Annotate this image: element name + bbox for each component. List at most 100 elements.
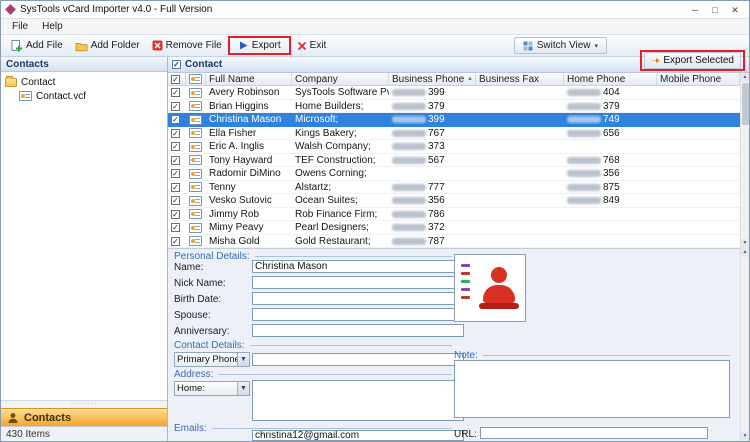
add-folder-button[interactable]: Add Folder xyxy=(69,38,146,54)
redacted-number-mask xyxy=(392,224,426,231)
name-field[interactable] xyxy=(252,260,464,273)
url-field[interactable] xyxy=(480,427,708,439)
row-checkbox[interactable]: ✓ xyxy=(171,236,180,246)
row-checkbox[interactable]: ✓ xyxy=(171,115,180,124)
cell-mobile-phone xyxy=(657,113,740,126)
contacts-nav-tab[interactable]: Contacts xyxy=(1,408,167,426)
cell-mobile-phone xyxy=(657,86,740,99)
cell-full-name: Eric A. Inglis xyxy=(209,141,265,152)
tree-item-contact-vcf[interactable]: Contact.vcf xyxy=(5,89,167,103)
redacted-number-mask xyxy=(392,156,426,164)
col-company[interactable]: Company xyxy=(292,73,389,85)
redacted-number-mask xyxy=(392,183,426,191)
table-row[interactable]: ✓ Avery Robinson SysTools Software Pvt. … xyxy=(168,86,740,100)
row-checkbox[interactable]: ✓ xyxy=(171,209,180,219)
scroll-up-icon[interactable]: ▲ xyxy=(740,73,749,82)
col-mobile-phone[interactable]: Mobile Phone xyxy=(657,73,740,85)
table-row[interactable]: ✓ Jimmy Rob Rob Finance Firm; 786 xyxy=(168,208,740,221)
cell-company: Home Builders; xyxy=(295,100,364,112)
contact-card-icon xyxy=(189,222,202,233)
cell-home-phone xyxy=(564,221,657,234)
menu-file[interactable]: File xyxy=(5,20,35,33)
maximize-button[interactable]: □ xyxy=(705,3,725,17)
row-checkbox[interactable]: ✓ xyxy=(171,142,180,151)
redacted-number-mask xyxy=(567,129,601,137)
nick-name-field[interactable] xyxy=(252,276,464,289)
remove-file-button[interactable]: Remove File xyxy=(146,38,228,53)
address-type-dropdown[interactable]: Home: ▼ xyxy=(174,381,250,396)
contact-card-icon xyxy=(189,74,202,84)
cell-home-phone: 656 xyxy=(564,127,657,140)
email-field[interactable] xyxy=(252,430,464,441)
cell-full-name: Jimmy Rob xyxy=(209,208,260,220)
url-label: URL: xyxy=(454,429,477,440)
cell-business-phone: 399 xyxy=(389,113,476,126)
details-scrollbar[interactable]: ▲ ▼ xyxy=(740,248,749,441)
table-row[interactable]: ✓ Brian Higgins Home Builders; 379 379 xyxy=(168,100,740,113)
table-row[interactable]: ✓ Radomir DiMino Owens Corning; 356 xyxy=(168,167,740,181)
tree-item-contact-folder[interactable]: Contact xyxy=(5,75,167,89)
minimize-button[interactable]: ─ xyxy=(685,3,705,17)
menu-help[interactable]: Help xyxy=(35,20,70,33)
row-checkbox[interactable]: ✓ xyxy=(171,169,180,178)
table-header: ✓ Full Name Company Business Phone ▲ Busi… xyxy=(168,73,740,86)
cell-company: TEF Construction; xyxy=(295,154,376,166)
table-row[interactable]: ✓ Mimy Peavy Pearl Designers; 372 xyxy=(168,221,740,235)
scroll-down-icon[interactable]: ▼ xyxy=(740,239,749,248)
row-checkbox[interactable]: ✓ xyxy=(171,155,180,165)
cell-business-fax xyxy=(476,127,564,140)
scroll-up-icon[interactable]: ▲ xyxy=(740,248,749,257)
cell-business-phone: 767 xyxy=(389,127,476,140)
col-business-fax[interactable]: Business Fax xyxy=(476,73,564,85)
row-checkbox[interactable]: ✓ xyxy=(171,101,180,111)
cell-business-fax xyxy=(476,221,564,234)
table-row[interactable]: ✓ Vesko Sutovic Ocean Suites; 356 849 xyxy=(168,194,740,208)
cell-full-name: Ella Fisher xyxy=(209,127,257,139)
note-field[interactable] xyxy=(454,360,730,418)
switch-view-button[interactable]: Switch View ▾ xyxy=(513,37,607,54)
titlebar: SysTools vCard Importer v4.0 - Full Vers… xyxy=(1,1,749,19)
export-button[interactable]: Export xyxy=(232,38,287,53)
phone-type-dropdown[interactable]: Primary Phone: ▼ xyxy=(174,352,250,367)
cell-full-name: Christina Mason xyxy=(209,114,282,125)
row-checkbox[interactable]: ✓ xyxy=(171,223,180,232)
table-row[interactable]: ✓ Christina Mason Microsoft; 399 749 xyxy=(168,113,740,127)
content-header-label: Contact xyxy=(185,59,223,70)
table-row[interactable]: ✓ Tony Hayward TEF Construction; 567 768 xyxy=(168,154,740,167)
col-business-phone[interactable]: Business Phone ▲ xyxy=(389,73,476,85)
cell-home-phone xyxy=(564,235,657,248)
row-checkbox[interactable]: ✓ xyxy=(171,182,180,192)
anniversary-field[interactable] xyxy=(252,324,464,337)
redacted-number-mask xyxy=(567,183,601,191)
table-row[interactable]: ✓ Tenny Alstartz; 777 875 xyxy=(168,181,740,194)
table-row[interactable]: ✓ Eric A. Inglis Walsh Company; 373 xyxy=(168,140,740,154)
close-button[interactable]: ✕ xyxy=(725,3,745,17)
table-scrollbar[interactable]: ▲ ▼ xyxy=(740,73,749,248)
col-full-name[interactable]: Full Name xyxy=(206,73,292,85)
table-row[interactable]: ✓ Misha Gold Gold Restaurant; 787 xyxy=(168,235,740,248)
row-checkbox[interactable]: ✓ xyxy=(171,196,180,205)
panel-resize-grip[interactable]: ········ xyxy=(1,400,167,408)
remove-file-icon xyxy=(152,40,163,51)
address-field[interactable] xyxy=(252,380,464,421)
scrollbar-thumb[interactable] xyxy=(741,83,749,125)
select-all-checkbox[interactable]: ✓ xyxy=(171,74,180,84)
vcf-file-icon xyxy=(19,91,32,101)
row-checkbox[interactable]: ✓ xyxy=(171,128,180,138)
add-file-label: Add File xyxy=(26,40,63,51)
add-file-button[interactable]: Add File xyxy=(5,38,69,54)
row-checkbox[interactable]: ✓ xyxy=(171,88,180,97)
sort-asc-icon: ▲ xyxy=(467,76,473,82)
exit-button[interactable]: Exit xyxy=(291,38,333,53)
col-home-phone[interactable]: Home Phone xyxy=(564,73,657,85)
export-highlight-box: Export xyxy=(227,36,291,55)
primary-phone-field[interactable] xyxy=(252,353,464,366)
cell-full-name: Brian Higgins xyxy=(209,100,269,112)
cell-business-fax xyxy=(476,194,564,207)
birth-date-field[interactable] xyxy=(252,292,464,305)
spouse-field[interactable] xyxy=(252,308,464,321)
table-row[interactable]: ✓ Ella Fisher Kings Bakery; 767 656 xyxy=(168,127,740,140)
contact-card-icon xyxy=(189,128,202,138)
scroll-down-icon[interactable]: ▼ xyxy=(740,432,749,441)
export-selected-button[interactable]: Export Selected xyxy=(644,52,741,69)
